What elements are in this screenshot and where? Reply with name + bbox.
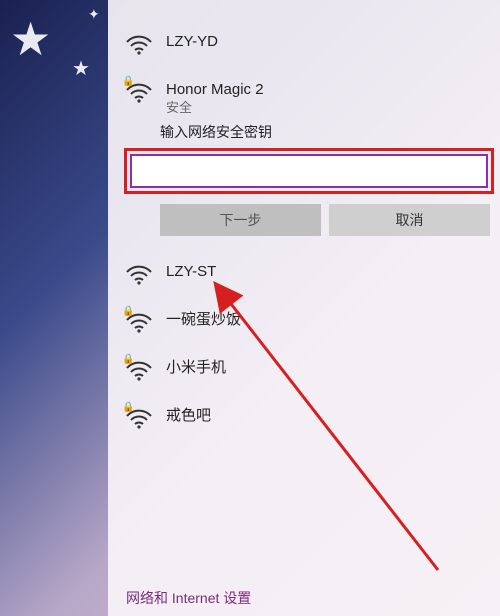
next-button[interactable]: 下一步	[160, 204, 321, 236]
button-row: 下一步 取消	[160, 204, 490, 236]
wifi-signal-icon	[126, 34, 152, 56]
wifi-item[interactable]: LZY-ST	[108, 250, 500, 298]
annotation-highlight	[124, 148, 494, 194]
wifi-name: LZY-YD	[166, 32, 218, 52]
cancel-button[interactable]: 取消	[329, 204, 490, 236]
wifi-list: LZY-YD 🔒 Honor Magic 2 安全 输入网络安全密钥 下一步 取…	[108, 0, 500, 574]
wifi-name: 戒色吧	[166, 406, 211, 426]
connect-block: 输入网络安全密钥 下一步 取消	[108, 116, 500, 250]
lock-icon: 🔒	[122, 76, 134, 87]
wifi-name: Honor Magic 2	[166, 80, 264, 100]
password-prompt: 输入网络安全密钥	[160, 122, 490, 142]
wifi-name: LZY-ST	[166, 262, 216, 282]
lock-icon: 🔒	[122, 306, 134, 317]
lock-icon: 🔒	[122, 354, 134, 365]
password-input[interactable]	[130, 154, 488, 188]
wifi-security-label: 安全	[166, 100, 264, 117]
wifi-name: 一碗蛋炒饭	[166, 310, 241, 330]
wifi-flyout: LZY-YD 🔒 Honor Magic 2 安全 输入网络安全密钥 下一步 取…	[108, 0, 500, 616]
wifi-item[interactable]: 🔒 戒色吧	[108, 394, 500, 442]
wifi-item[interactable]: LZY-YD	[108, 20, 500, 68]
wifi-item[interactable]: 🔒 一碗蛋炒饭	[108, 298, 500, 346]
wifi-signal-icon	[126, 264, 152, 286]
wifi-name: 小米手机	[166, 358, 226, 378]
wifi-signal-secured-icon: 🔒	[126, 408, 152, 430]
lock-icon: 🔒	[122, 402, 134, 413]
wifi-signal-secured-icon: 🔒	[126, 82, 152, 104]
wifi-item-selected[interactable]: 🔒 Honor Magic 2 安全	[108, 68, 500, 116]
wifi-signal-secured-icon: 🔒	[126, 360, 152, 382]
wifi-item[interactable]: 🔒 小米手机	[108, 346, 500, 394]
wifi-signal-secured-icon: 🔒	[126, 312, 152, 334]
network-settings-link[interactable]: 网络和 Internet 设置	[108, 574, 500, 616]
